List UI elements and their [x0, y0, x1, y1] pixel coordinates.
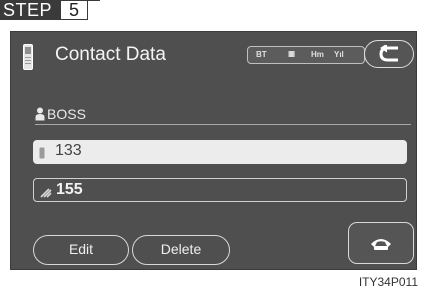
bluetooth-status: BT [256, 50, 267, 59]
phone-number-value: 133 [55, 142, 82, 159]
back-arrow-icon [379, 45, 398, 62]
mobile-phone-icon [23, 44, 33, 75]
contact-name: BOSS [47, 106, 86, 122]
battery-status: IIIII [288, 50, 295, 59]
back-button[interactable] [364, 40, 414, 68]
home-network-status: Hm [311, 50, 324, 59]
step-label: STEP [0, 0, 60, 20]
pen-icon [40, 185, 52, 203]
signal-strength: Yıl [334, 50, 344, 59]
phone-number-item[interactable]: 155 [33, 178, 407, 202]
phone-number-item[interactable]: 133 [33, 140, 407, 164]
status-bar: BT IIIII Hm Yıl [247, 46, 365, 64]
mobile-phone-icon [39, 146, 45, 164]
step-number: 5 [60, 0, 88, 20]
step-divider [88, 0, 100, 20]
edit-button[interactable]: Edit [33, 235, 129, 265]
call-button[interactable] [348, 222, 414, 264]
phone-handset-icon [371, 239, 391, 250]
delete-button[interactable]: Delete [132, 235, 230, 265]
phone-number-value: 155 [56, 181, 83, 198]
contact-data-screen: Contact Data BT IIIII Hm Yıl BOSS 133 15… [10, 31, 417, 270]
figure-caption: ITY34P011 [358, 275, 418, 289]
name-divider [35, 124, 411, 125]
page-title: Contact Data [55, 44, 166, 65]
